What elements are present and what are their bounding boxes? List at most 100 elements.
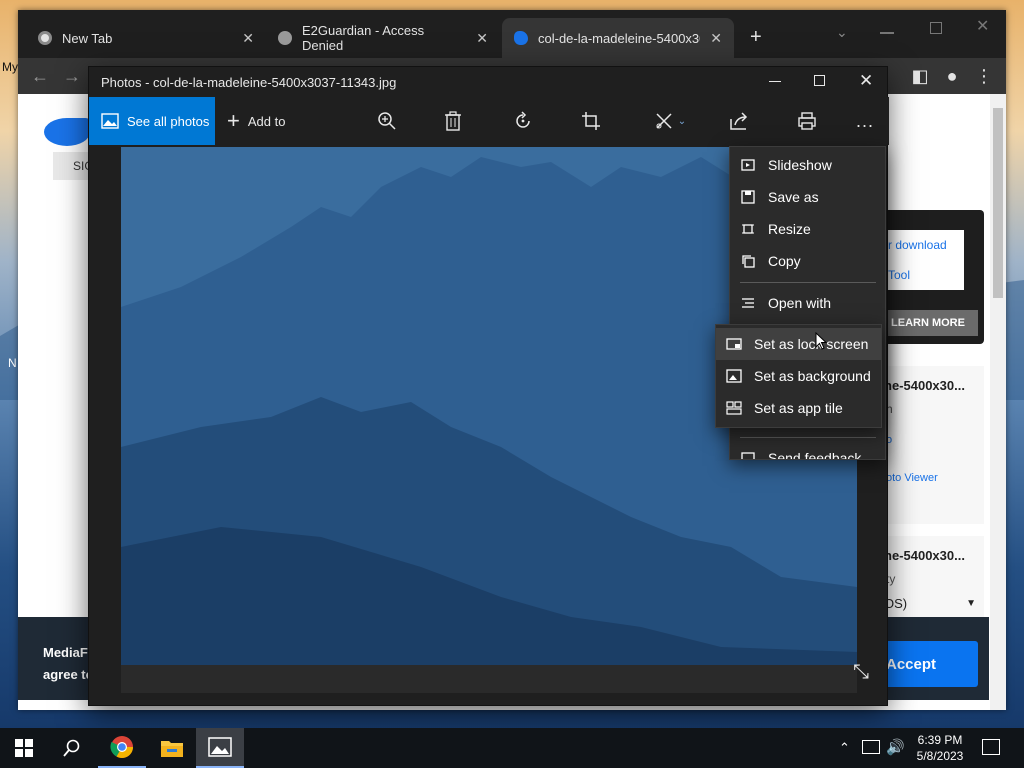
forward-arrow-icon[interactable]: → [58,62,86,90]
globe-icon [278,31,292,45]
see-all-photos-button[interactable]: See all photos [89,97,215,145]
add-to-button[interactable]: + Add to [227,97,285,145]
desktop-icon-label[interactable]: N [8,356,17,370]
desktop-icon-label[interactable]: My [2,60,18,74]
windows-logo-icon [15,739,33,757]
new-tab-button[interactable]: + [750,26,762,49]
search-icon [63,739,80,757]
menu-kebab-icon[interactable]: ⋮ [970,62,998,90]
minimize-icon[interactable] [769,81,781,82]
back-arrow-icon[interactable]: ← [26,62,54,90]
edit-button[interactable]: ⌄ [645,97,695,145]
menu-item-send-feedback[interactable]: Send feedback [730,442,885,459]
feedback-icon [740,450,756,459]
photos-toolbar: See all photos + Add to ⌄ ... [89,97,889,145]
resize-icon [740,221,756,237]
menu-separator [740,437,876,438]
filmstrip-bar [121,665,857,693]
file-card: ne-5400x30... h o oto Viewer [878,366,984,524]
chevron-down-icon: ⌄ [677,115,687,127]
file-name: ne-5400x30... [884,378,965,393]
maximize-icon[interactable] [814,75,825,86]
submenu-item-lock-screen[interactable]: Set as lock screen [716,328,881,360]
cookie-text: MediaFi [43,645,92,660]
tab-title: E2Guardian - Access Denied [302,23,425,53]
submenu-item-app-tile[interactable]: Set as app tile [716,392,881,424]
tab-strip: New Tab ✕ E2Guardian - Access Denied ✕ c… [18,10,1006,58]
chrome-icon [38,31,52,45]
taskbar: ⌃ 🔊 6:39 PM 5/8/2023 [0,728,1024,768]
download-link[interactable]: r download [888,238,947,252]
zoom-in-icon [378,112,396,130]
tab-e2guardian[interactable]: E2Guardian - Access Denied ✕ [266,18,500,58]
maximize-icon[interactable] [930,22,942,34]
tab-title: col-de-la-madeleine-5400x3037 [538,30,700,46]
tab-new-tab[interactable]: New Tab ✕ [26,18,266,58]
mouse-cursor-icon [815,332,827,350]
photos-titlebar: Photos - col-de-la-madeleine-5400x3037-1… [89,67,889,97]
photos-app-icon [208,737,232,757]
rotate-icon [516,111,530,128]
chrome-icon [110,736,133,758]
close-window-icon[interactable]: ✕ [859,71,873,91]
open-with-icon [740,295,756,311]
zoom-button[interactable] [367,97,407,145]
close-tab-icon[interactable]: ✕ [476,30,488,47]
sign-button[interactable]: SIG [53,152,94,180]
start-button[interactable] [0,728,48,768]
close-window-icon[interactable]: ✕ [976,16,989,36]
tab-mediafire[interactable]: col-de-la-madeleine-5400x3037 ✕ [502,18,734,58]
menu-item-resize[interactable]: Resize [730,213,885,245]
clock-time: 6:39 PM [917,733,963,747]
tab-search-icon[interactable]: ⌄ [836,24,848,41]
profile-icon[interactable]: ● [938,62,966,90]
system-clock[interactable]: 6:39 PM 5/8/2023 [900,728,980,768]
menu-item-open-with[interactable]: Open with [730,287,885,319]
folder-icon [161,741,183,757]
open-with-submenu: Set as lock screen Set as background Set… [715,324,882,428]
photo-viewer-link[interactable]: oto Viewer [886,472,938,484]
menu-item-copy[interactable]: Copy [730,245,885,277]
taskbar-chrome[interactable] [98,728,146,768]
app-tile-icon [726,400,742,416]
minimize-icon[interactable] [880,32,894,34]
learn-more-button[interactable]: LEARN MORE [878,310,978,336]
rotate-button[interactable] [503,97,543,145]
menu-separator [740,282,876,283]
crop-button[interactable] [571,97,611,145]
menu-item-save-as[interactable]: Save as [730,181,885,213]
fullscreen-expand-icon[interactable]: ⤡ [853,661,869,684]
file-name: ne-5400x30... [884,548,965,563]
accept-button[interactable]: Accept [880,641,978,687]
mediafire-logo-icon [44,118,90,146]
chevron-down-icon: ▼ [966,598,976,609]
delete-button[interactable] [433,97,473,145]
share-icon [730,112,748,130]
mediafire-icon [514,31,528,45]
promo-card: r download Tool [878,230,964,290]
more-options-button[interactable]: ... [845,97,885,145]
print-button[interactable] [787,97,827,145]
photo-icon [101,113,119,129]
taskbar-file-explorer[interactable] [148,728,196,768]
close-tab-icon[interactable]: ✕ [710,30,722,47]
tool-link[interactable]: Tool [888,268,910,282]
share-button[interactable] [719,97,759,145]
side-panel-icon[interactable]: ◧ [906,62,934,90]
search-button[interactable] [48,728,96,768]
show-hidden-icons-chevron-icon[interactable]: ⌃ [839,740,850,756]
menu-item-slideshow[interactable]: Slideshow [730,149,885,181]
tab-title: New Tab [62,30,113,46]
copy-icon [740,253,756,269]
notifications-icon[interactable] [982,739,1000,755]
close-tab-icon[interactable]: ✕ [242,30,254,47]
window-title: Photos - col-de-la-madeleine-5400x3037-1… [101,75,397,90]
slideshow-icon [740,157,756,173]
submenu-item-background[interactable]: Set as background [716,360,881,392]
save-icon [740,189,756,205]
clock-date: 5/8/2023 [916,749,964,763]
crop-icon [582,112,600,130]
scrollbar-thumb[interactable] [993,108,1003,298]
network-icon[interactable] [862,740,880,754]
taskbar-photos[interactable] [196,728,244,768]
